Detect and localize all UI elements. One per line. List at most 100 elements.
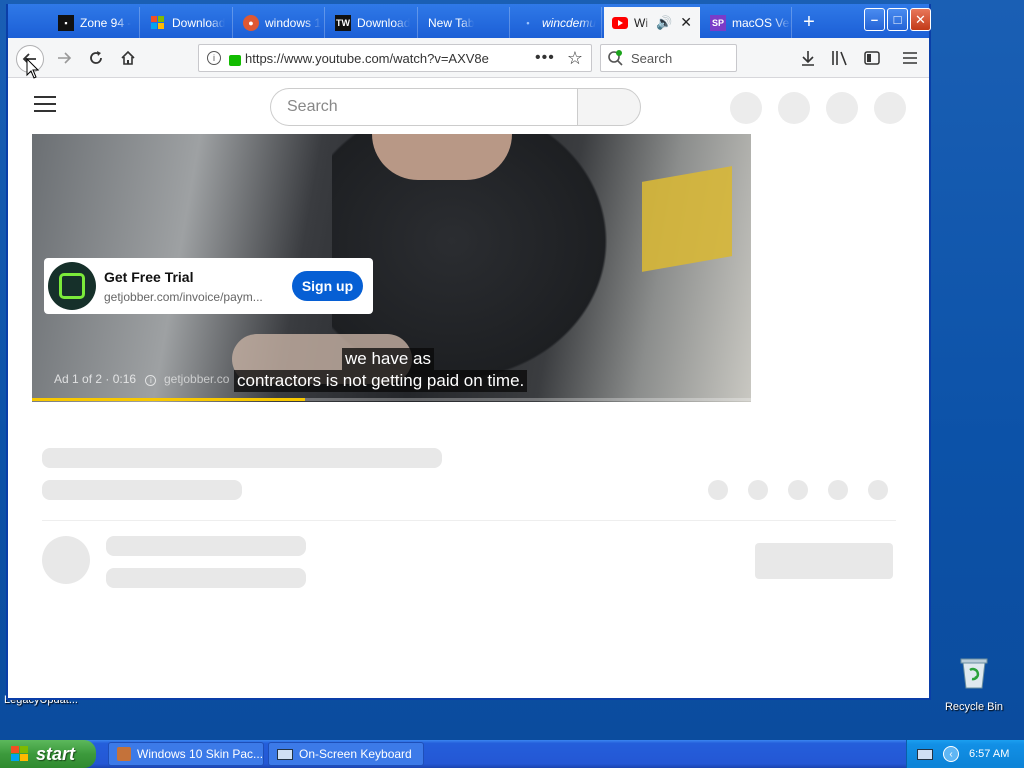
tab-3[interactable]: ● windows 1 xyxy=(235,7,325,38)
subscribe-skeleton xyxy=(755,543,893,579)
download-icon xyxy=(802,51,814,66)
recycle-bin-icon xyxy=(960,658,988,689)
sp-icon: SP xyxy=(710,14,726,31)
taskbar-item[interactable]: On-Screen Keyboard xyxy=(268,742,424,766)
taskbar: start Windows 10 Skin Pac... On-Screen K… xyxy=(0,740,1024,768)
tab-title: windows 1 xyxy=(265,15,322,30)
action-skeleton xyxy=(708,480,728,500)
tab-8[interactable]: SP macOS Ver xyxy=(702,7,792,38)
menu-button[interactable] xyxy=(898,46,922,70)
home-button[interactable] xyxy=(116,46,140,70)
downloads-button[interactable] xyxy=(796,46,820,70)
clock[interactable]: 6:57 AM xyxy=(969,748,1009,760)
keyboard-tray-icon[interactable] xyxy=(917,748,933,760)
forward-arrow-icon xyxy=(58,52,72,64)
tw-icon: TW xyxy=(335,14,351,31)
start-button[interactable]: start xyxy=(0,740,96,768)
forward-button[interactable] xyxy=(52,46,76,70)
keyboard-icon xyxy=(277,748,293,760)
windows-logo-icon xyxy=(150,15,166,31)
tab-title: Download xyxy=(357,15,411,30)
ad-domain: getjobber.com/invoice/paym... xyxy=(104,289,263,304)
video-frame-object xyxy=(642,166,732,272)
tab-4[interactable]: TW Download xyxy=(327,7,418,38)
divider xyxy=(42,520,896,521)
tab-1[interactable]: ▪ Zone 94 - xyxy=(50,7,140,38)
avatar-placeholder[interactable] xyxy=(874,92,906,124)
header-icon-placeholder[interactable] xyxy=(730,92,762,124)
system-tray: ‹ 6:57 AM xyxy=(906,740,1024,768)
dot-icon: • xyxy=(526,17,530,28)
reload-button[interactable] xyxy=(84,46,108,70)
ad-text: Get Free Trial getjobber.com/invoice/pay… xyxy=(104,269,282,304)
youtube-icon xyxy=(612,15,628,31)
tab-title: macOS Ver xyxy=(732,15,791,30)
zone-icon: ▪ xyxy=(58,14,74,31)
youtube-search-button[interactable] xyxy=(577,88,641,126)
start-label: start xyxy=(36,743,76,764)
taskbar-item[interactable]: Windows 10 Skin Pac... xyxy=(108,742,264,766)
youtube-search-input[interactable]: Search xyxy=(270,88,578,126)
tab-7-active[interactable]: Wi 🔊 ✕ xyxy=(604,7,700,38)
tab-6[interactable]: • wincdemu xyxy=(512,7,602,38)
tab-title: New Tab xyxy=(428,15,475,30)
new-tab-button[interactable]: + xyxy=(796,10,822,36)
caption-line-1: we have as xyxy=(342,348,434,370)
app-icon xyxy=(117,747,131,761)
action-skeleton xyxy=(748,480,768,500)
tab-title: Download xyxy=(172,15,226,30)
duckduckgo-icon: ● xyxy=(243,14,259,31)
tab-5[interactable]: New Tab xyxy=(420,7,510,38)
tab-bar: ▪ Zone 94 - Download ● windows 1 TW Down… xyxy=(8,4,931,38)
header-icon-placeholder[interactable] xyxy=(826,92,858,124)
header-icon-placeholder[interactable] xyxy=(778,92,810,124)
speaker-icon[interactable]: 🔊 xyxy=(656,15,672,31)
reload-icon xyxy=(90,51,102,64)
recycle-bin[interactable]: Recycle Bin xyxy=(944,656,1004,713)
web-page: Search Get Free Trial getjobber.com/invo… xyxy=(8,78,929,698)
show-hidden-icons-icon[interactable]: ‹ xyxy=(943,746,959,762)
channel-avatar-skeleton xyxy=(42,536,90,584)
info-icon[interactable]: i xyxy=(207,51,221,65)
search-placeholder: Search xyxy=(631,50,673,66)
info-icon[interactable]: i xyxy=(145,375,157,386)
channel-name-skeleton xyxy=(106,536,306,556)
library-icon xyxy=(832,51,847,66)
minimize-button[interactable]: – xyxy=(864,8,885,31)
search-bar[interactable]: Search xyxy=(600,44,737,72)
ad-signup-button[interactable]: Sign up xyxy=(292,271,363,301)
close-tab-icon[interactable]: ✕ xyxy=(680,14,692,31)
lock-icon xyxy=(229,54,241,66)
close-button[interactable]: ✕ xyxy=(910,8,931,31)
meta-skeleton xyxy=(42,480,242,500)
ad-title: Get Free Trial xyxy=(104,268,194,285)
channel-subs-skeleton xyxy=(106,568,306,588)
sidebar-button[interactable] xyxy=(860,46,884,70)
library-button[interactable] xyxy=(828,46,852,70)
maximize-button[interactable]: □ xyxy=(887,8,908,31)
action-skeleton xyxy=(788,480,808,500)
navigation-bar: i https://www.youtube.com/watch?v=AXV8e … xyxy=(8,38,929,78)
jobber-logo-icon xyxy=(48,262,96,310)
video-player[interactable]: Get Free Trial getjobber.com/invoice/pay… xyxy=(32,134,751,402)
tab-title: Wi xyxy=(634,15,648,30)
url-text[interactable]: https://www.youtube.com/watch?v=AXV8e xyxy=(245,51,525,66)
tab-2[interactable]: Download xyxy=(142,7,233,38)
action-skeleton xyxy=(828,480,848,500)
tab-title: wincdemu xyxy=(542,15,597,30)
ad-progress-fill xyxy=(32,398,306,401)
ad-progress-bar[interactable] xyxy=(32,398,751,401)
hamburger-menu-icon xyxy=(903,52,917,64)
page-actions-icon[interactable]: ••• xyxy=(535,49,555,67)
recycle-bin-label: Recycle Bin xyxy=(944,701,1004,713)
url-bar[interactable]: i https://www.youtube.com/watch?v=AXV8e … xyxy=(198,44,592,72)
youtube-menu-icon[interactable] xyxy=(34,96,56,112)
bookmark-star-icon[interactable]: ☆ xyxy=(567,48,583,69)
ad-info-text: Ad 1 of 2 · 0:16 xyxy=(54,372,137,386)
ad-overlay-card[interactable]: Get Free Trial getjobber.com/invoice/pay… xyxy=(44,258,373,314)
home-icon xyxy=(121,50,135,65)
title-skeleton xyxy=(42,448,442,468)
search-icon xyxy=(608,50,623,66)
taskbar-item-label: Windows 10 Skin Pac... xyxy=(137,747,264,761)
ad-info-domain[interactable]: getjobber.co xyxy=(164,372,229,386)
